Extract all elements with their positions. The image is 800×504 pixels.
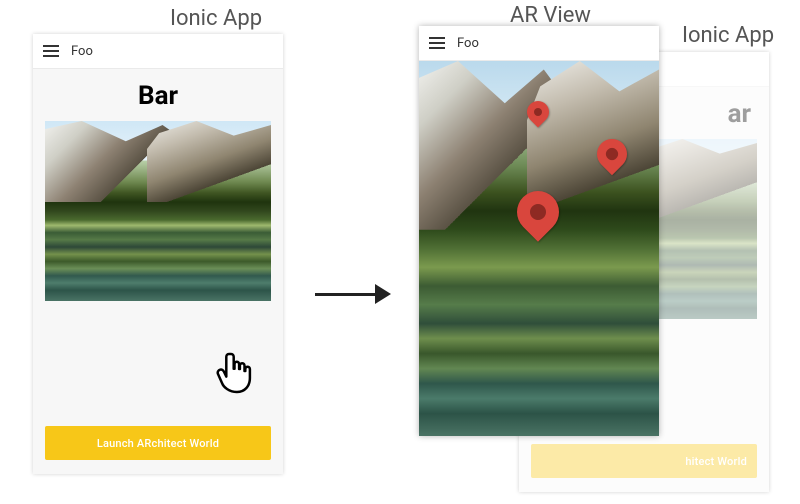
launch-ar-button-clipped[interactable]: hitect World xyxy=(531,444,757,478)
menu-icon[interactable] xyxy=(429,37,445,49)
header-bar: Foo xyxy=(419,26,659,61)
menu-icon[interactable] xyxy=(43,45,59,57)
landscape-image xyxy=(45,121,271,301)
page-title: Bar xyxy=(45,81,271,111)
content-area: Bar Launch ARchitect World xyxy=(33,69,283,474)
ar-view-phone: Foo xyxy=(419,26,659,436)
label-ionic-left: Ionic App xyxy=(170,6,262,31)
label-ionic-right: Ionic App xyxy=(682,23,774,48)
header-title: Foo xyxy=(457,36,479,51)
label-ar-view: AR View xyxy=(510,3,591,28)
launch-ar-button[interactable]: Launch ARchitect World xyxy=(45,426,271,460)
header-bar: Foo xyxy=(33,34,283,69)
header-title: Foo xyxy=(71,44,93,59)
ionic-phone-left: Foo Bar Launch ARchitect World xyxy=(33,34,283,474)
ar-camera-view[interactable] xyxy=(419,61,659,436)
transition-arrow-icon xyxy=(315,284,391,304)
pointer-cursor-icon xyxy=(216,350,256,396)
